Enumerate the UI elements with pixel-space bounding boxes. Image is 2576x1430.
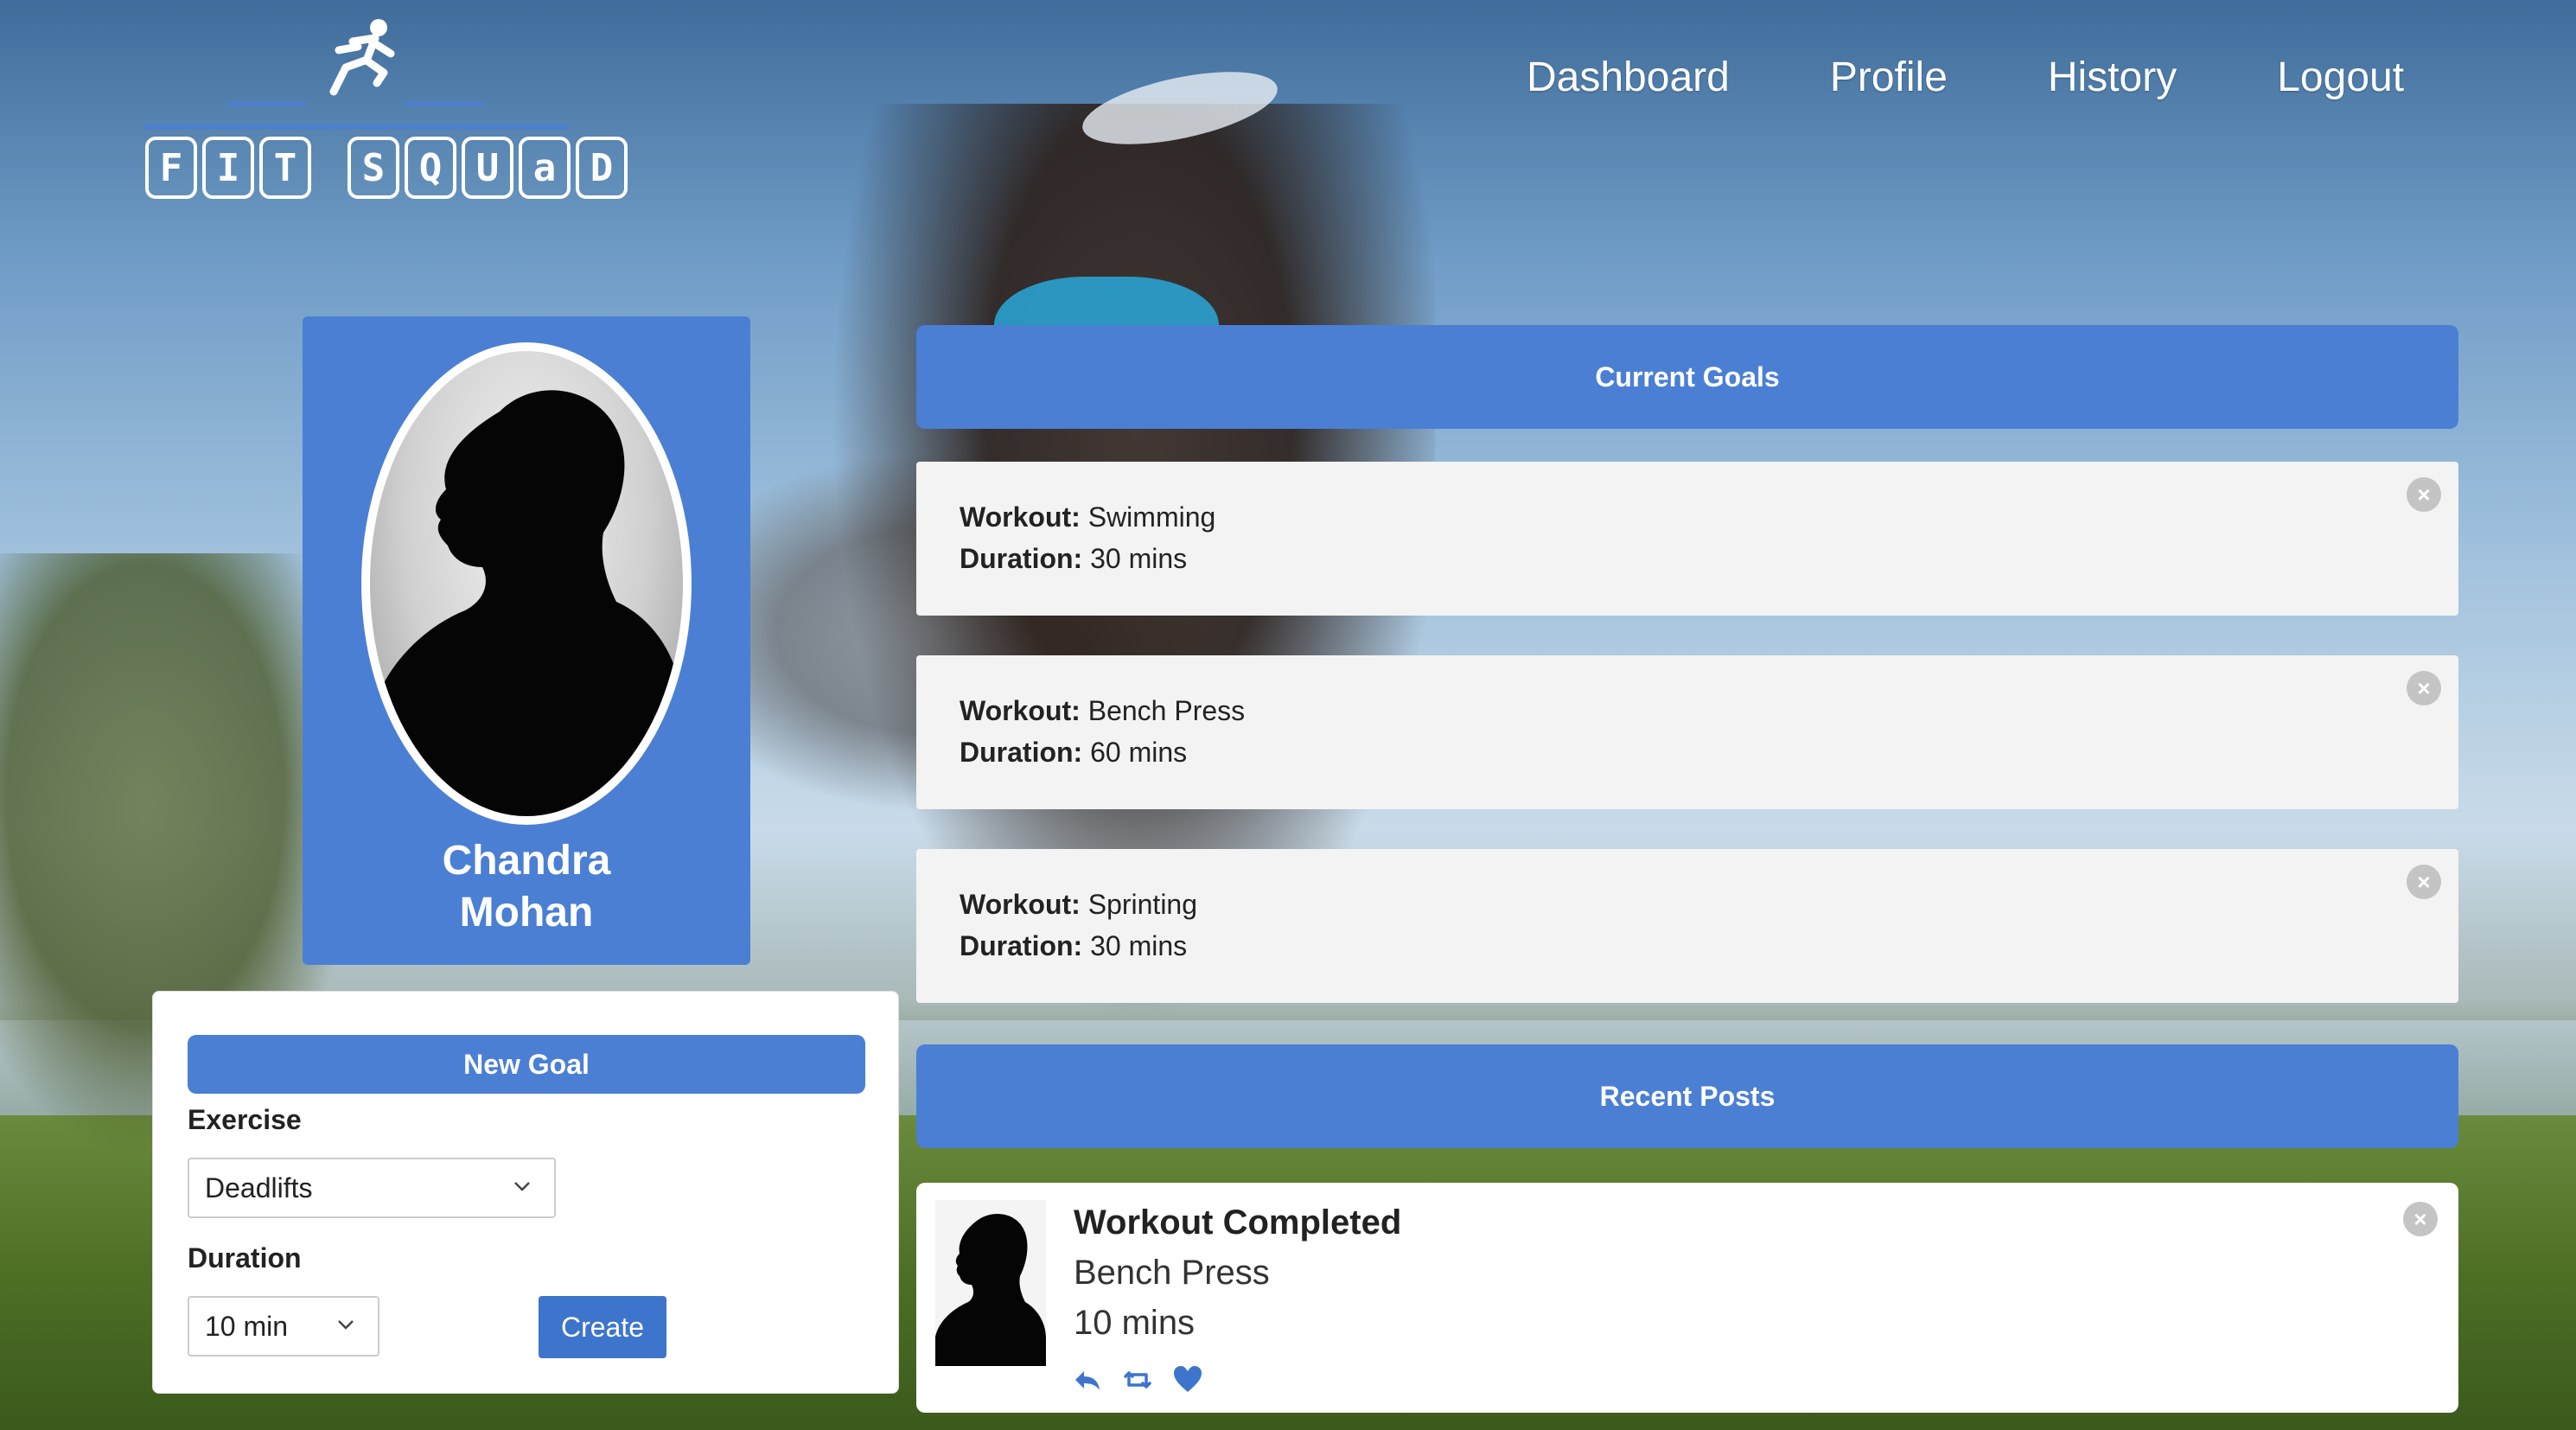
duration-label: Duration:	[960, 930, 1083, 961]
current-goals-header: Current Goals	[916, 325, 2458, 429]
top-nav: Dashboard Profile History Logout	[1527, 54, 2404, 101]
avatar-silhouette-icon	[935, 1200, 1046, 1366]
goal-duration: 60 mins	[1090, 737, 1188, 768]
heart-icon[interactable]	[1172, 1364, 1203, 1395]
logo-dash-right	[405, 102, 484, 105]
goal-workout: Swimming	[1087, 501, 1216, 533]
chevron-down-icon	[338, 1320, 354, 1330]
workout-label: Workout:	[960, 889, 1081, 920]
nav-dashboard[interactable]: Dashboard	[1527, 54, 1730, 101]
goal-workout: Bench Press	[1087, 695, 1246, 726]
duration-label: Duration:	[960, 543, 1083, 574]
goal-duration: 30 mins	[1090, 543, 1188, 574]
post-exercise: Bench Press	[1074, 1254, 1270, 1292]
goal-card: Workout: Swimming Duration: 30 mins ×	[916, 462, 2458, 616]
logo-letter: S	[348, 137, 399, 199]
logo-letter: F	[145, 137, 197, 199]
retweet-icon[interactable]	[1122, 1364, 1153, 1395]
duration-select-value: 10 min	[205, 1310, 289, 1342]
duration-select[interactable]: 10 min	[188, 1296, 379, 1357]
logo-letter: I	[202, 137, 254, 199]
goal-duration: 30 mins	[1090, 930, 1188, 961]
post-duration: 10 mins	[1074, 1304, 1196, 1342]
goal-card: Workout: Bench Press Duration: 60 mins ×	[916, 655, 2458, 809]
logo-letter: D	[576, 137, 628, 199]
avatar-silhouette-icon	[370, 390, 683, 816]
exercise-select-value: Deadlifts	[205, 1171, 313, 1203]
goal-card: Workout: Sprinting Duration: 30 mins ×	[916, 849, 2458, 1003]
post-title: Workout Completed	[1074, 1203, 1402, 1242]
duration-label: Duration	[188, 1242, 302, 1274]
avatar	[361, 342, 692, 825]
create-button[interactable]: Create	[539, 1296, 666, 1358]
logo-letter: T	[259, 137, 311, 199]
logo-wordmark: F I T S Q U a D	[145, 137, 628, 199]
exercise-label: Exercise	[188, 1104, 302, 1135]
close-icon[interactable]: ×	[2403, 1202, 2438, 1236]
workout-label: Workout:	[960, 501, 1081, 533]
close-icon[interactable]: ×	[2407, 865, 2441, 899]
workout-label: Workout:	[960, 695, 1081, 726]
nav-logout[interactable]: Logout	[2277, 54, 2404, 101]
goal-workout: Sprinting	[1087, 889, 1198, 920]
profile-first-name: Chandra	[442, 838, 611, 884]
recent-posts-header: Recent Posts	[916, 1044, 2458, 1148]
new-goal-form: New Goal Exercise Deadlifts Duration 10 …	[152, 991, 899, 1394]
logo-letter: a	[519, 137, 571, 199]
profile-card: Chandra Mohan	[303, 316, 750, 965]
post-actions	[1072, 1364, 1203, 1395]
post-avatar	[935, 1200, 1046, 1366]
logo-letter: U	[462, 137, 513, 199]
logo-letter: Q	[405, 137, 456, 199]
post-card: Workout Completed Bench Press 10 mins ×	[916, 1183, 2458, 1413]
nav-history[interactable]: History	[2048, 54, 2177, 101]
fit-squad-logo[interactable]: F I T S Q U a D	[143, 16, 628, 199]
logo-rule	[143, 124, 567, 129]
close-icon[interactable]: ×	[2407, 477, 2441, 512]
duration-label: Duration:	[960, 737, 1083, 768]
reply-icon[interactable]	[1072, 1364, 1103, 1395]
exercise-select[interactable]: Deadlifts	[188, 1158, 556, 1218]
runner-logo-icon	[329, 19, 395, 96]
new-goal-button[interactable]: New Goal	[188, 1035, 865, 1094]
close-icon[interactable]: ×	[2407, 671, 2441, 705]
nav-profile[interactable]: Profile	[1830, 54, 1948, 101]
chevron-down-icon	[514, 1182, 530, 1191]
profile-last-name: Mohan	[459, 890, 594, 935]
profile-name: Chandra Mohan	[303, 835, 750, 939]
logo-dash-left	[226, 102, 306, 105]
